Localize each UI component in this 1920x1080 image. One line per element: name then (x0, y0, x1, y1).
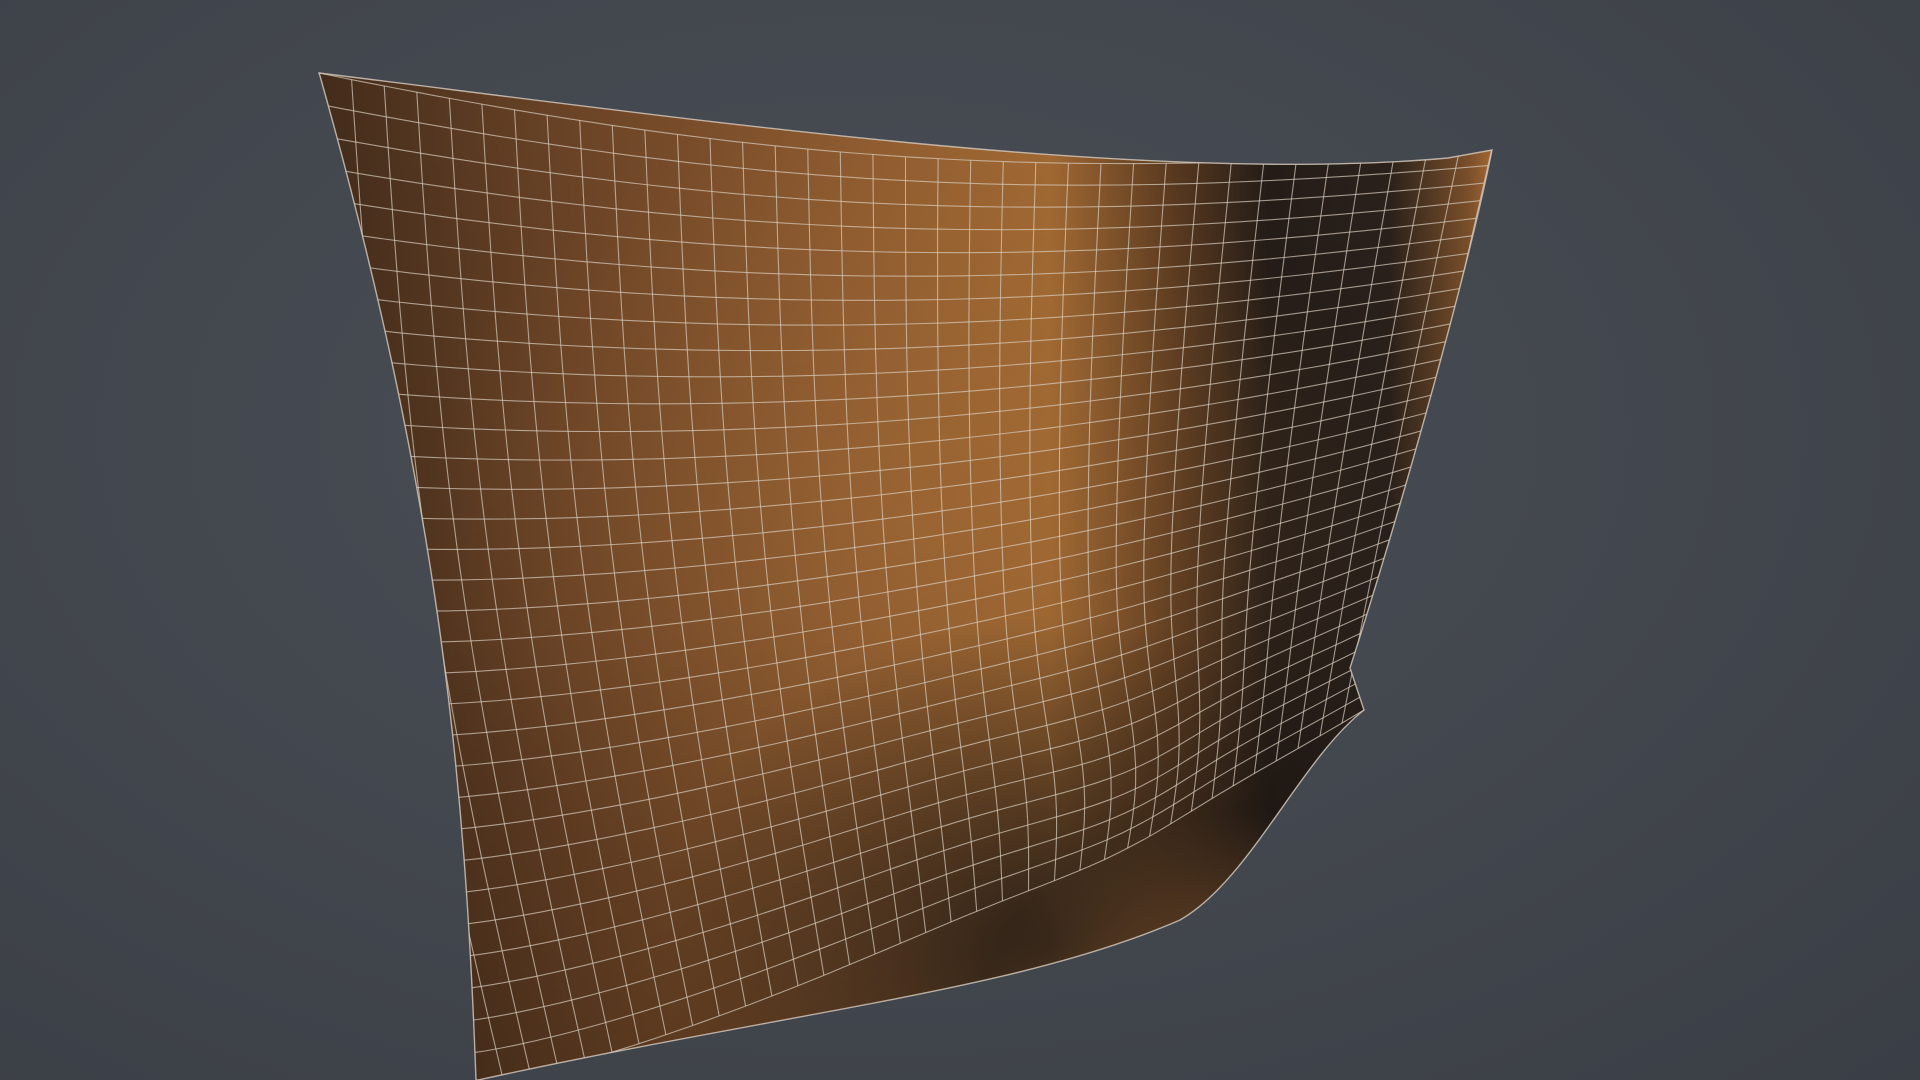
cloth-fold-highlight (319, 73, 1492, 1080)
3d-viewport[interactable] (0, 0, 1920, 1080)
cloth-mesh[interactable] (0, 0, 1920, 1080)
